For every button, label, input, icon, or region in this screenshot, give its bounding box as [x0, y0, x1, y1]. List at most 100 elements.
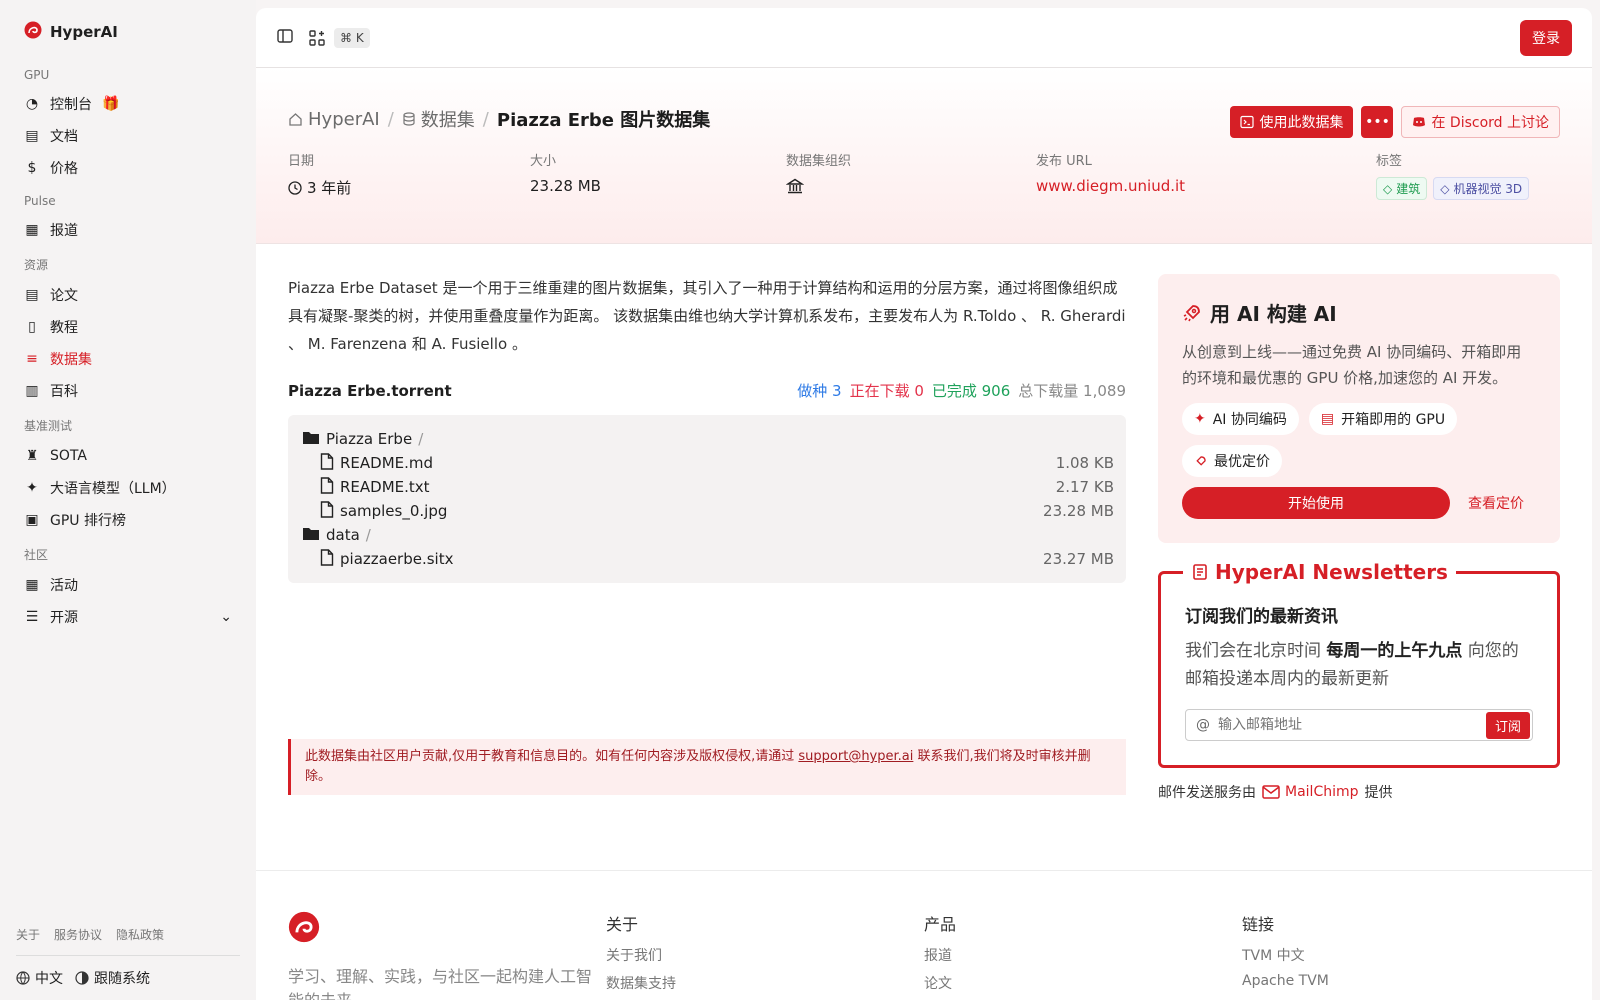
breadcrumb-home[interactable]: HyperAI — [288, 109, 380, 130]
database-icon: ≡ — [26, 351, 38, 367]
language-switch[interactable]: 中文 — [16, 968, 63, 988]
nav-group-title: GPU — [24, 68, 50, 82]
file-row[interactable]: README.md 1.08 KB — [302, 451, 1114, 475]
email-input[interactable] — [1218, 717, 1486, 733]
sidebar-item[interactable]: ≡ 数据集 — [16, 343, 240, 375]
footer-tagline: 学习、理解、实践，与社区一起构建人工智能的未来 — [288, 967, 593, 1000]
newspaper-icon — [1193, 564, 1207, 580]
breadcrumb-section[interactable]: 数据集 — [402, 106, 475, 132]
rocket-icon — [1183, 304, 1200, 321]
file-name-text: README.md — [340, 454, 434, 472]
sidebar-item-label: 报道 — [50, 223, 78, 239]
doc-icon: ▤ — [25, 128, 39, 144]
sidebar-item[interactable]: $ 价格 — [16, 152, 240, 184]
discord-button[interactable]: 在 Discord 上讨论 — [1401, 106, 1560, 138]
legal-links: 关于 服务协议 隐私政策 — [16, 926, 240, 956]
tag-architecture[interactable]: ◇ 建筑 — [1376, 177, 1428, 200]
sparkle-icon: ✦ — [26, 480, 38, 496]
completed-count: 已完成 906 — [931, 382, 1011, 400]
more-options-button[interactable]: ••• — [1361, 106, 1394, 138]
file-size: 1.08 KB — [1055, 454, 1114, 472]
start-button[interactable]: 开始使用 — [1182, 487, 1450, 519]
footer-link-about[interactable]: 关于 — [16, 926, 40, 943]
file-icon — [320, 500, 334, 522]
mailchimp-link[interactable]: MailChimp — [1262, 784, 1359, 800]
sidebar-item[interactable]: ▯ 教程 — [16, 311, 240, 343]
file-row[interactable]: piazzaerbe.sitx 23.27 MB — [302, 547, 1114, 571]
disclaimer: 此数据集由社区用户贡献,仅用于教育和信息目的。如有任何内容涉及版权侵权,请通过 … — [288, 739, 1126, 795]
sidebar-item[interactable]: ▦ 报道 — [16, 214, 240, 246]
folder-row[interactable]: Piazza Erbe / — [302, 427, 1114, 451]
view-pricing-link[interactable]: 查看定价 — [1468, 493, 1524, 513]
use-dataset-button[interactable]: 使用此数据集 — [1230, 106, 1354, 138]
footer-link[interactable]: 数据集支持 — [606, 973, 924, 993]
meta-tags-label: 标签 — [1376, 154, 1403, 169]
disclaimer-text: 此数据集由社区用户贡献,仅用于教育和信息目的。如有任何内容涉及版权侵权,请通过 — [305, 749, 799, 764]
file-name-text: samples_0.jpg — [340, 502, 448, 520]
file-name: README.md — [320, 452, 434, 474]
meta-date: 日期 3 年前 — [288, 150, 530, 200]
subscribe-button[interactable]: 订阅 — [1485, 711, 1530, 739]
file-name-text: Piazza Erbe — [326, 430, 413, 448]
institution-icon[interactable] — [786, 177, 804, 195]
file-size: 23.28 MB — [1043, 502, 1114, 520]
footer-link[interactable]: 论文 — [924, 973, 1242, 993]
meta-size: 大小 23.28 MB — [530, 150, 786, 200]
footer-link[interactable]: TVM 中文 — [1242, 945, 1560, 965]
sidebar-item[interactable]: ▣ GPU 排行榜 — [16, 504, 240, 536]
dollar-icon: $ — [27, 160, 37, 176]
footer-link[interactable]: Apache TVM — [1242, 973, 1560, 989]
footer-col-products: 产品 报道 论文 — [924, 911, 1242, 1000]
tag-list: ◇ 建筑 ◇ 机器视觉 3D — [1376, 177, 1530, 200]
footer-link[interactable]: 报道 — [924, 945, 1242, 965]
feature-pricing: 最优定价 — [1182, 445, 1282, 477]
chevron-down-icon[interactable]: ⌄ — [220, 609, 232, 625]
support-email-link[interactable]: support@hyper.ai — [798, 749, 913, 764]
brand[interactable]: HyperAI — [16, 20, 240, 44]
sidebar: HyperAI GPU ◔ 控制台 🎁 ▤ 文档 $ 价格 Pulse ▦ 报道 资源 ▤ 论文 ▯ 教程 ≡ 数… — [0, 0, 256, 1000]
file-tree: Piazza Erbe / README.md 1.08 KB README.txt 2.… — [288, 415, 1126, 583]
feature-label: AI 协同编码 — [1212, 412, 1287, 428]
file-name: README.txt — [320, 476, 430, 498]
sidebar-item-label: 活动 — [50, 578, 78, 594]
file-name-text: piazzaerbe.sitx — [340, 550, 454, 568]
tag-machine-vision[interactable]: ◇ 机器视觉 3D — [1433, 177, 1530, 200]
publish-url-link[interactable]: www.diegm.uniud.it — [1036, 177, 1376, 195]
login-button[interactable]: 登录 — [1520, 19, 1572, 56]
seeding-count: 做种 3 — [797, 382, 842, 400]
sidebar-item[interactable]: ♜ SOTA — [16, 440, 240, 472]
sidebar-item[interactable]: ▦ 活动 — [16, 569, 240, 601]
promo-title-text: 用 AI 构建 AI — [1210, 302, 1337, 326]
promo-actions: 开始使用 查看定价 — [1182, 487, 1536, 519]
command-search[interactable]: ⌘ K — [308, 27, 370, 48]
torrent-title[interactable]: Piazza Erbe.torrent — [288, 382, 452, 400]
sidebar-item-label: 大语言模型（LLM） — [50, 481, 176, 497]
sidebar-nav: GPU ◔ 控制台 🎁 ▤ 文档 $ 价格 Pulse ▦ 报道 资源 ▤ 论文 ▯ 教程 ≡ 数据集 ▥ 百科 基准测… — [16, 58, 240, 633]
sidebar-item[interactable]: ▥ 百科 — [16, 375, 240, 407]
total-downloads: 总下载量 1,089 — [1018, 382, 1126, 400]
sidebar-item[interactable]: ◔ 控制台 🎁 — [16, 88, 240, 120]
sidebar-item[interactable]: ☰ 开源 ⌄ — [16, 601, 240, 633]
theme-label: 跟随系统 — [94, 971, 150, 987]
footer-link[interactable]: 关于我们 — [606, 945, 924, 965]
sidebar-item[interactable]: ✦ 大语言模型（LLM） — [16, 472, 240, 504]
file-row[interactable]: samples_0.jpg 23.28 MB — [302, 499, 1114, 523]
sidebar-item[interactable]: ▤ 文档 — [16, 120, 240, 152]
wiki-icon: ▥ — [25, 383, 39, 399]
toggle-sidebar-icon[interactable] — [276, 27, 294, 49]
sparkle-icon: ✦ — [1194, 411, 1206, 427]
discord-label: 在 Discord 上讨论 — [1431, 115, 1549, 131]
folder-row[interactable]: data / — [302, 523, 1114, 547]
feature-ai-coding: ✦ AI 协同编码 — [1182, 403, 1299, 435]
file-row[interactable]: README.txt 2.17 KB — [302, 475, 1114, 499]
sidebar-item[interactable]: ▤ 论文 — [16, 279, 240, 311]
at-icon: @ — [1196, 717, 1210, 733]
sidebar-item-label: 开源 — [50, 610, 78, 626]
newsletter-box: HyperAI Newsletters 订阅我们的最新资讯 我们会在北京时间 每… — [1158, 560, 1560, 768]
footer-link-privacy[interactable]: 隐私政策 — [116, 926, 164, 943]
footer-link-terms[interactable]: 服务协议 — [54, 926, 102, 943]
apps-icon — [309, 29, 325, 46]
trophy-icon: ♜ — [25, 448, 39, 464]
theme-switch[interactable]: 跟随系统 — [75, 968, 150, 988]
meta-date-value: 3 年前 — [288, 177, 530, 198]
